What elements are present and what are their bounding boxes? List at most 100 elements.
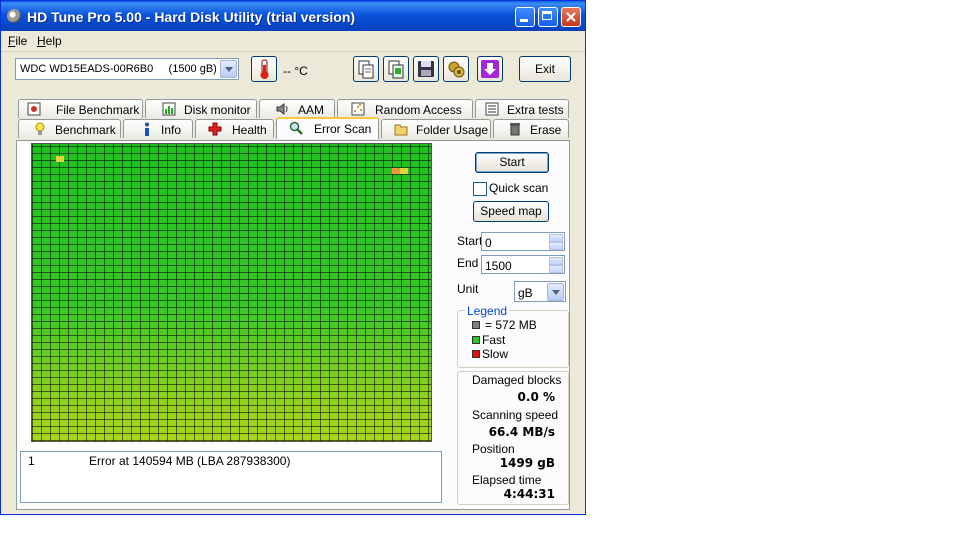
maximize-button[interactable] — [538, 7, 558, 27]
toolbar: WDC WD15EADS-00R6B0 (1500 gB) -- °C Exit — [1, 52, 585, 92]
copy-info-button[interactable] — [353, 56, 379, 82]
tab-aam[interactable]: AAM — [259, 99, 335, 118]
list-item[interactable]: 1 Error at 140594 MB (LBA 287938300) — [21, 452, 441, 468]
scan-marker — [400, 168, 408, 174]
tab-label: Random Access — [375, 103, 462, 117]
tab-erase[interactable]: Erase — [493, 119, 569, 138]
start-scan-button[interactable]: Start — [475, 152, 549, 173]
tab-error-scan[interactable]: Error Scan — [276, 117, 379, 139]
tab-health[interactable]: Health — [195, 119, 274, 138]
menu-bar: File Help — [1, 31, 585, 52]
tab-folder-usage[interactable]: Folder Usage — [381, 119, 491, 138]
tab-disk-monitor[interactable]: Disk monitor — [145, 99, 257, 118]
menu-help[interactable]: Help — [37, 34, 62, 48]
start-label: Start — [457, 234, 483, 248]
elapsed-time-value: 4:44:31 — [503, 487, 555, 501]
disk-monitor-icon — [162, 102, 176, 116]
tab-extra-tests[interactable]: Extra tests — [475, 99, 569, 118]
tab-label: AAM — [298, 103, 325, 117]
quick-scan-checkbox[interactable] — [473, 182, 487, 196]
tab-benchmark[interactable]: Benchmark — [18, 119, 121, 138]
exit-button[interactable]: Exit — [519, 56, 571, 82]
info-icon — [145, 122, 149, 136]
legend-fast: Fast — [482, 333, 506, 347]
app-disk-icon — [7, 9, 21, 23]
tab-random-access[interactable]: Random Access — [337, 99, 473, 118]
spin-down-icon[interactable] — [549, 242, 563, 250]
folder-icon — [394, 124, 408, 136]
lightbulb-icon — [35, 122, 45, 135]
drive-select[interactable]: WDC WD15EADS-00R6B0 (1500 gB) — [15, 58, 239, 80]
tab-label: File Benchmark — [56, 103, 140, 117]
end-input[interactable]: 1500 — [481, 255, 565, 274]
scan-marker — [392, 168, 400, 174]
end-input-value: 1500 — [485, 259, 512, 273]
tab-label: Info — [161, 123, 182, 137]
elapsed-time-label: Elapsed time — [472, 473, 542, 487]
chevron-down-icon[interactable] — [220, 60, 237, 78]
legend-slow: Slow — [482, 347, 509, 361]
speaker-icon — [276, 103, 288, 115]
scan-block-map — [31, 143, 432, 442]
temperature-button[interactable] — [251, 56, 277, 82]
save-button[interactable] — [413, 56, 439, 82]
legend-swatch-block — [472, 321, 480, 329]
unit-select[interactable]: gB — [514, 281, 566, 302]
legend-swatch-fast — [472, 336, 480, 344]
spin-up-icon[interactable] — [549, 257, 563, 265]
close-icon — [566, 12, 576, 22]
spin-up-icon[interactable] — [549, 234, 563, 242]
tab-label: Erase — [530, 123, 562, 137]
download-arrow-icon — [481, 60, 499, 78]
file-benchmark-icon — [27, 102, 41, 116]
damaged-blocks-value: 0.0 % — [517, 390, 555, 404]
copy-all-button[interactable] — [383, 56, 409, 82]
unit-select-value: gB — [518, 286, 533, 300]
random-access-icon — [351, 102, 365, 116]
app-window: HD Tune Pro 5.00 - Hard Disk Utility (tr… — [0, 0, 586, 515]
tab-label: Folder Usage — [416, 123, 489, 137]
options-icon — [448, 61, 465, 78]
speed-map-button[interactable]: Speed map — [473, 201, 549, 222]
download-button[interactable] — [477, 56, 503, 82]
close-button[interactable] — [561, 7, 581, 27]
damaged-blocks-label: Damaged blocks — [472, 373, 562, 387]
extra-tests-icon — [485, 102, 499, 116]
scanning-speed-value: 66.4 MB/s — [488, 425, 555, 439]
trash-icon — [510, 123, 520, 136]
temperature-value: -- °C — [283, 64, 308, 78]
title-bar[interactable]: HD Tune Pro 5.00 - Hard Disk Utility (tr… — [1, 1, 585, 31]
magnifier-icon — [289, 121, 303, 135]
position-value: 1499 gB — [499, 456, 555, 470]
tab-label: Extra tests — [507, 103, 564, 117]
tab-label: Disk monitor — [184, 103, 251, 117]
thermometer-icon — [260, 59, 269, 79]
spin-down-icon[interactable] — [549, 265, 563, 273]
copy-icon — [358, 60, 374, 79]
window-title: HD Tune Pro 5.00 - Hard Disk Utility (tr… — [27, 9, 356, 25]
legend-block-size: = 572 MB — [485, 318, 537, 332]
drive-select-value: WDC WD15EADS-00R6B0 (1500 gB) — [20, 63, 217, 75]
position-label: Position — [472, 442, 515, 456]
minimize-button[interactable] — [515, 7, 535, 27]
tab-label: Error Scan — [314, 122, 372, 136]
legend-swatch-slow — [472, 350, 480, 358]
tab-file-benchmark[interactable]: File Benchmark — [18, 99, 143, 118]
scanning-speed-label: Scanning speed — [472, 408, 559, 422]
start-input[interactable]: 0 — [481, 232, 565, 251]
tab-label: Health — [232, 123, 267, 137]
options-button[interactable] — [443, 56, 469, 82]
chevron-down-icon[interactable] — [547, 283, 564, 301]
floppy-disk-icon — [418, 61, 434, 77]
error-index: 1 — [28, 454, 35, 468]
legend-title: Legend — [465, 304, 510, 318]
error-message: Error at 140594 MB (LBA 287938300) — [89, 454, 291, 468]
error-log-list[interactable]: 1 Error at 140594 MB (LBA 287938300) — [20, 451, 442, 503]
unit-label: Unit — [457, 282, 479, 296]
end-label: End — [457, 256, 479, 270]
tab-label: Benchmark — [55, 123, 116, 137]
start-input-value: 0 — [485, 236, 492, 250]
copy-all-icon — [388, 60, 404, 79]
tab-info[interactable]: Info — [123, 119, 193, 138]
menu-file[interactable]: File — [8, 34, 27, 48]
